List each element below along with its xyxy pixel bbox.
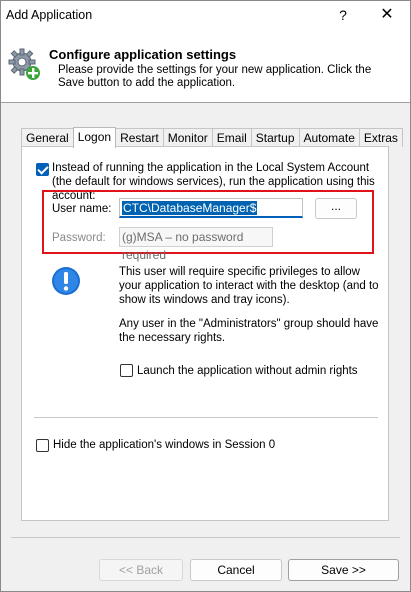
password-value: (g)MSA – no password required xyxy=(122,230,244,262)
header-band: Configure application settings Please pr… xyxy=(1,30,410,103)
hide-session0-label: Hide the application's windows in Sessio… xyxy=(53,439,276,451)
tab-automate[interactable]: Automate xyxy=(298,128,360,147)
close-button[interactable]: ✕ xyxy=(370,4,404,26)
window-title: Add Application xyxy=(6,8,93,22)
no-admin-label: Launch the application without admin rig… xyxy=(137,365,358,377)
hide-session0-checkbox[interactable] xyxy=(36,439,49,452)
browse-button[interactable]: ... xyxy=(315,198,357,219)
tab-monitor[interactable]: Monitor xyxy=(162,128,213,147)
tab-startup[interactable]: Startup xyxy=(250,128,300,147)
password-input[interactable]: (g)MSA – no password required xyxy=(119,227,273,262)
back-button[interactable]: << Back xyxy=(99,559,183,581)
header-title: Configure application settings xyxy=(49,47,237,62)
add-application-dialog: Add Application ? ✕ Configure applicatio… xyxy=(0,0,411,592)
username-label: User name: xyxy=(52,203,112,215)
tab-logon[interactable]: Logon xyxy=(72,127,117,148)
info-icon xyxy=(52,267,80,295)
tab-email[interactable]: Email xyxy=(211,128,252,147)
privileges-info-text: This user will require specific privileg… xyxy=(119,266,379,306)
run-as-checkbox[interactable] xyxy=(36,163,49,176)
administrators-info-text: Any user in the "Administrators" group s… xyxy=(119,318,379,344)
tab-strip: General Logon Restart Monitor Email Star… xyxy=(21,127,403,148)
logon-tab-panel: Instead of running the application in th… xyxy=(21,146,389,521)
tab-general[interactable]: General xyxy=(21,128,74,147)
save-button[interactable]: Save >> xyxy=(288,559,399,581)
tab-extras[interactable]: Extras xyxy=(358,128,403,147)
help-button[interactable]: ? xyxy=(326,4,360,26)
title-bar: Add Application ? ✕ xyxy=(1,1,410,30)
username-input[interactable]: CTC\DatabaseManager$ xyxy=(119,198,303,218)
footer-divider xyxy=(11,537,400,538)
cancel-button[interactable]: Cancel xyxy=(190,559,282,581)
tab-restart[interactable]: Restart xyxy=(115,128,164,147)
password-label: Password: xyxy=(52,232,106,244)
username-value: CTC\DatabaseManager$ xyxy=(122,201,258,215)
panel-divider xyxy=(34,417,378,418)
settings-gear-add-icon xyxy=(8,48,40,80)
no-admin-checkbox[interactable] xyxy=(120,364,133,377)
header-description: Please provide the settings for your new… xyxy=(58,64,372,89)
